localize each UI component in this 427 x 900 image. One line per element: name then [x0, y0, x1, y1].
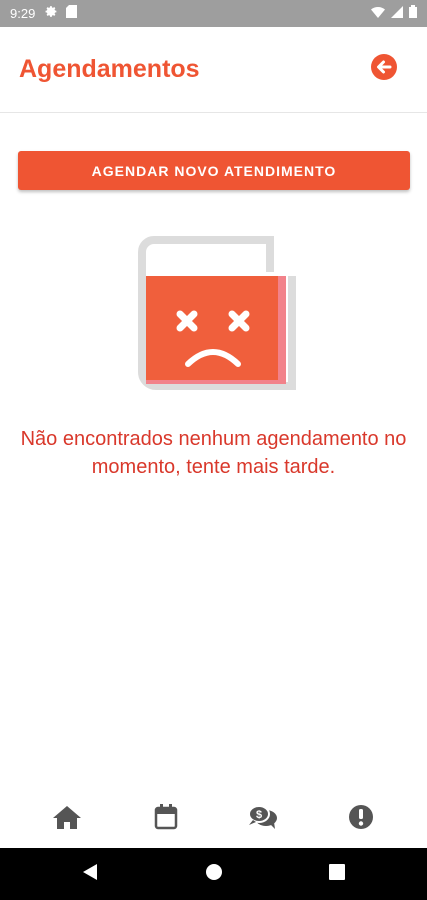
system-back-button[interactable] [78, 862, 102, 886]
nav-calendar[interactable] [151, 803, 181, 835]
battery-icon [409, 4, 417, 23]
home-icon [53, 805, 81, 834]
recents-square-icon [329, 863, 345, 885]
app-header: Agendamentos [0, 27, 427, 113]
alert-circle-icon [348, 804, 374, 835]
gear-icon [45, 5, 58, 23]
arrow-left-circle-icon [370, 53, 398, 86]
status-right-icons [371, 4, 417, 23]
back-button[interactable] [369, 53, 399, 86]
nav-chat[interactable]: $ [248, 804, 278, 834]
home-circle-icon [205, 863, 223, 886]
empty-state-message: Não encontrados nenhum agendamento no mo… [20, 428, 407, 478]
back-triangle-icon [81, 863, 99, 886]
status-bar: 9:29 [0, 0, 427, 27]
chat-money-icon: $ [248, 804, 278, 834]
cellular-signal-icon [391, 5, 403, 23]
wifi-icon [371, 5, 385, 23]
bottom-nav: $ [0, 790, 427, 848]
nav-alerts[interactable] [346, 804, 376, 834]
svg-text:$: $ [256, 809, 262, 821]
nav-home[interactable] [52, 804, 82, 834]
system-home-button[interactable] [202, 862, 226, 886]
new-appointment-button[interactable]: AGENDAR NOVO ATENDIMENTO [18, 151, 410, 190]
sad-book-icon [130, 232, 298, 400]
status-left-icons [45, 4, 78, 23]
calendar-icon [154, 803, 178, 835]
page-title: Agendamentos [19, 55, 200, 83]
system-recents-button[interactable] [325, 862, 349, 886]
system-nav-bar [0, 848, 427, 900]
sim-card-icon [66, 4, 78, 23]
status-time: 9:29 [10, 6, 36, 21]
